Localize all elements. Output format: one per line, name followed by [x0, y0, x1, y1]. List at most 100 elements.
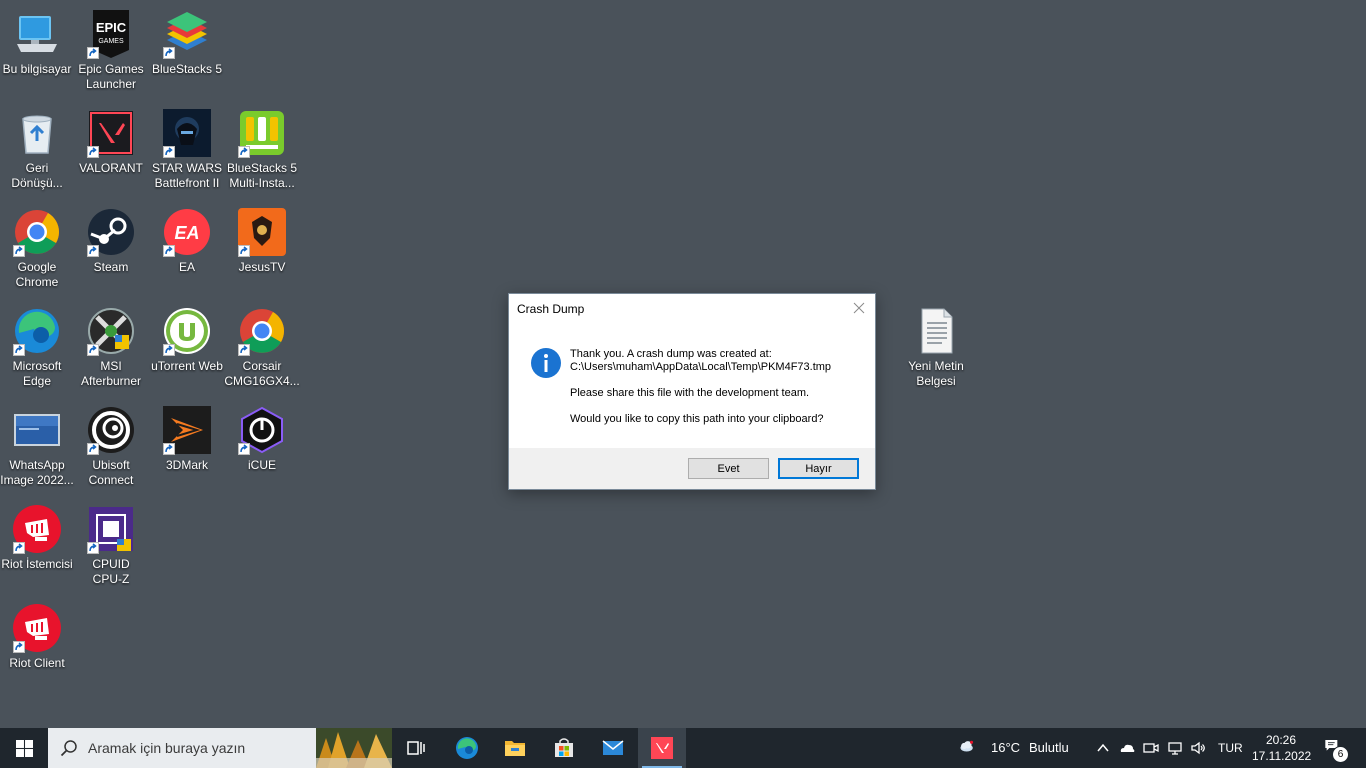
riot-client-icon [13, 604, 61, 653]
steam-icon [87, 208, 135, 257]
desktop-icon-valorant[interactable]: VALORANT [73, 103, 149, 199]
desktop-icon-ubisoft[interactable]: Ubisoft Connect [73, 400, 149, 496]
clock-time: 20:26 [1265, 733, 1297, 747]
ubisoft-icon [87, 406, 135, 455]
desktop-icon-msi-afterburner[interactable]: MSI Afterburner [73, 301, 149, 397]
no-button[interactable]: Hayır [778, 458, 859, 479]
taskbar-edge[interactable] [443, 728, 491, 768]
search-icon [60, 740, 77, 757]
cpuz-icon [87, 505, 135, 554]
search-highlight-image [316, 728, 392, 768]
weather-cloud-icon[interactable] [958, 738, 984, 758]
3dmark-icon [163, 406, 211, 455]
desktop-icon-recycle-bin[interactable]: Geri Dönüşü... [0, 103, 75, 199]
network-icon[interactable] [1167, 740, 1183, 756]
dialog-title: Crash Dump [517, 302, 585, 316]
clock[interactable]: 20:26 17.11.2022 [1252, 732, 1312, 764]
icue-icon [238, 406, 286, 455]
shortcut-arrow-icon [87, 344, 99, 356]
task-view-button[interactable] [392, 728, 440, 768]
bluestacks-icon [163, 10, 211, 59]
notification-badge: 6 [1332, 746, 1349, 763]
desktop-icon-whatsapp-image[interactable]: WhatsApp Image 2022... [0, 400, 75, 496]
shortcut-arrow-icon [87, 146, 99, 158]
dialog-message: Thank you. A crash dump was created at: … [570, 348, 870, 426]
desktop-icon-epic-games[interactable]: EPIC GAMES Epic Games Launcher [73, 4, 149, 100]
riot-icon [13, 505, 61, 554]
svg-text:EA: EA [174, 223, 199, 243]
shortcut-arrow-icon [87, 47, 99, 59]
windows-icon [15, 739, 33, 757]
language-indicator[interactable]: TUR [1218, 741, 1243, 755]
desktop-icon-steam[interactable]: Steam [73, 202, 149, 298]
microsoft-store-icon [555, 738, 573, 757]
desktop-icon-text-document[interactable]: Yeni Metin Belgesi [898, 301, 974, 397]
message-line-3: Please share this file with the developm… [570, 387, 810, 399]
weather-description[interactable]: Bulutlu [1029, 740, 1069, 755]
desktop-icon-bluestacks[interactable]: BlueStacks 5 [149, 4, 225, 100]
shortcut-arrow-icon [87, 245, 99, 257]
clock-date: 17.11.2022 [1252, 749, 1312, 763]
desktop-icon-cpuz[interactable]: CPUID CPU-Z [73, 499, 149, 595]
recycle-bin-icon [13, 109, 61, 157]
message-line-4: Would you like to copy this path into yo… [570, 413, 824, 425]
desktop: Bu bilgisayar Geri Dönüşü... Google Chro… [0, 0, 1366, 728]
svg-text:GAMES: GAMES [98, 38, 124, 45]
close-icon[interactable] [851, 300, 867, 316]
desktop-icon-ea[interactable]: EA EA [149, 202, 225, 298]
shortcut-arrow-icon [163, 344, 175, 356]
message-line-1: Thank you. A crash dump was created at: [570, 348, 772, 360]
weather-temperature[interactable]: 16°C [991, 740, 1020, 755]
mail-icon [602, 740, 624, 755]
bluestacks-multi-icon [238, 109, 286, 158]
desktop-icon-riot-client[interactable]: Riot Client [0, 598, 75, 694]
utorrent-icon [163, 307, 211, 356]
chrome-icon [13, 208, 61, 257]
shortcut-arrow-icon [87, 542, 99, 554]
camera-icon[interactable] [1143, 740, 1159, 756]
desktop-icon-bluestacks-multi[interactable]: BlueStacks 5 Multi-Insta... [224, 103, 300, 199]
valorant-icon [651, 737, 673, 759]
shortcut-arrow-icon [13, 641, 25, 653]
msi-afterburner-icon [87, 307, 135, 356]
desktop-icon-utorrent[interactable]: uTorrent Web [149, 301, 225, 397]
taskbar-microsoft-store[interactable] [540, 728, 588, 768]
desktop-icon-chrome[interactable]: Google Chrome [0, 202, 75, 298]
taskbar-mail[interactable] [589, 728, 637, 768]
valorant-icon [87, 109, 135, 158]
shortcut-arrow-icon [238, 245, 250, 257]
onedrive-icon[interactable] [1119, 740, 1135, 756]
taskbar-file-explorer[interactable] [491, 728, 539, 768]
crash-dump-dialog: Crash Dump Thank you. A crash dump was c… [508, 293, 876, 490]
shortcut-arrow-icon [13, 245, 25, 257]
shortcut-arrow-icon [13, 344, 25, 356]
desktop-icon-icue[interactable]: iCUE [224, 400, 300, 496]
yes-button[interactable]: Evet [688, 458, 769, 479]
shortcut-arrow-icon [87, 443, 99, 455]
desktop-icon-corsair[interactable]: Corsair CMG16GX4... [224, 301, 300, 397]
edge-icon [456, 737, 478, 759]
jesustv-icon [238, 208, 286, 257]
crash-dump-path: C:\Users\muham\AppData\Local\Temp\PKM4F7… [570, 361, 832, 373]
shortcut-arrow-icon [13, 542, 25, 554]
desktop-icon-riot-istemcisi[interactable]: Riot İstemcisi [0, 499, 75, 595]
shortcut-arrow-icon [238, 443, 250, 455]
search-placeholder: Aramak için buraya yazın [88, 740, 246, 756]
desktop-icon-3dmark[interactable]: 3DMark [149, 400, 225, 496]
chevron-up-icon[interactable] [1095, 740, 1111, 756]
svg-text:EPIC: EPIC [96, 20, 127, 35]
desktop-icon-edge[interactable]: Microsoft Edge [0, 301, 75, 397]
ea-icon: EA [163, 208, 211, 257]
taskbar-valorant[interactable] [638, 728, 686, 768]
desktop-icon-star-wars[interactable]: STAR WARS Battlefront II [149, 103, 225, 199]
edge-icon [13, 307, 61, 356]
volume-icon[interactable] [1190, 740, 1206, 756]
text-document-icon [912, 307, 960, 355]
desktop-icon-this-pc[interactable]: Bu bilgisayar [0, 4, 75, 100]
search-box[interactable]: Aramak için buraya yazın [48, 728, 392, 768]
taskbar: Aramak için buraya yazın 16°C Bulutlu TU… [0, 728, 1366, 768]
start-button[interactable] [0, 728, 48, 768]
epic-games-icon: EPIC GAMES [87, 10, 135, 59]
shortcut-arrow-icon [238, 344, 250, 356]
desktop-icon-jesustv[interactable]: JesusTV [224, 202, 300, 298]
